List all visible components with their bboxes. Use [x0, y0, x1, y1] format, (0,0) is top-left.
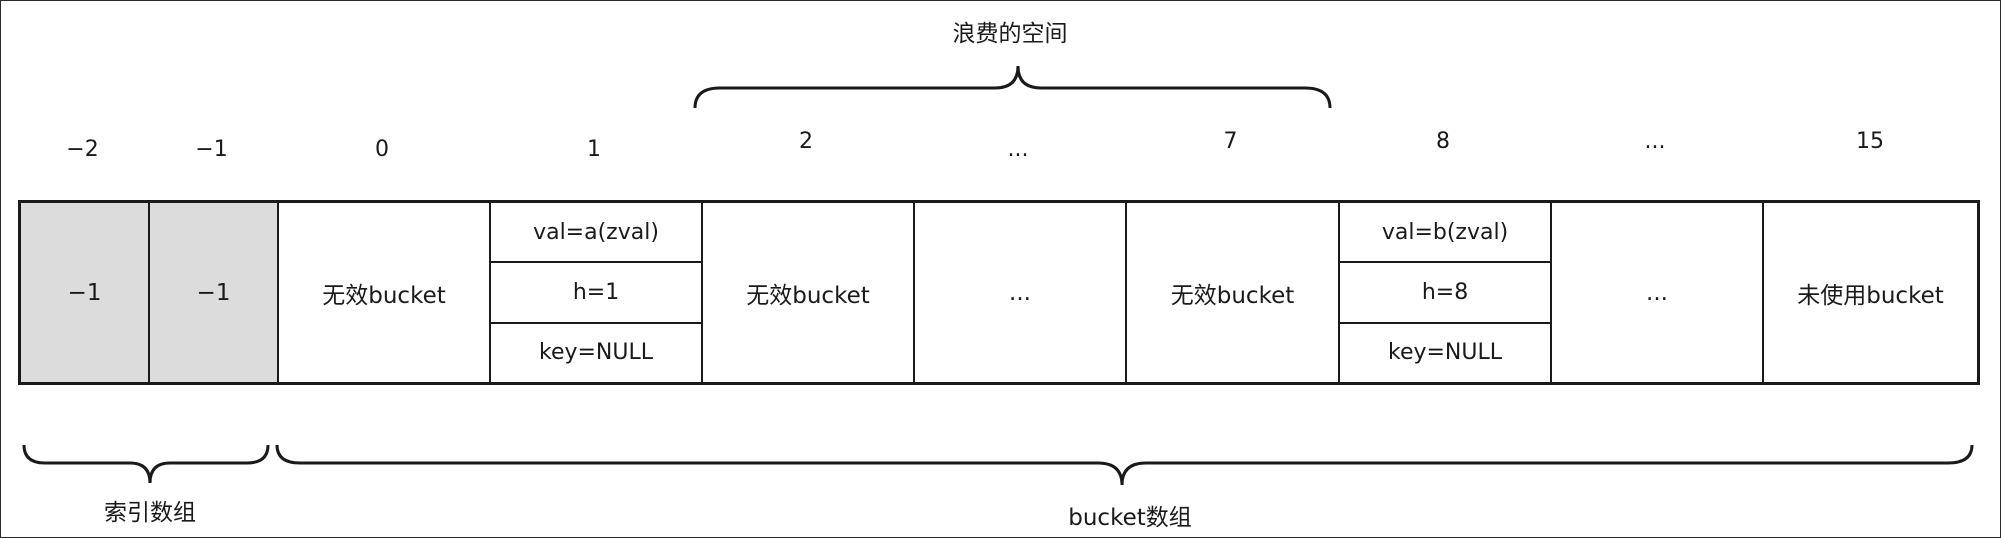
bucket-array-brace [275, 444, 1974, 486]
bucket-cell: 无效bucket [703, 203, 915, 382]
index-label: ... [1644, 129, 1666, 154]
index-label: 7 [1223, 129, 1238, 154]
index-label: −1 [195, 137, 228, 162]
index-label: −2 [66, 137, 99, 162]
index-label: ... [1007, 137, 1029, 162]
bucket-array-label: bucket数组 [1068, 505, 1192, 531]
bucket-cell: 无效bucket [1127, 203, 1340, 382]
cell-value: −1 [67, 279, 102, 306]
bucket-hash: h=1 [491, 263, 701, 324]
index-label: 2 [799, 129, 813, 154]
bucket-cell: ... [915, 203, 1127, 382]
index-array-label: 索引数组 [104, 500, 196, 526]
cell-value: 未使用bucket [1797, 282, 1944, 309]
index-label: 8 [1436, 129, 1450, 154]
index-label: 15 [1856, 129, 1884, 154]
index-label: 1 [587, 137, 601, 162]
bucket-val: val=a(zval) [491, 203, 701, 264]
bucket-cell-entry: val=b(zval) h=8 key=NULL [1340, 203, 1552, 382]
wasted-space-brace [693, 65, 1332, 109]
cell-value: 无效bucket [746, 282, 870, 309]
index-label: 0 [375, 137, 389, 162]
cell-value: ... [1646, 279, 1668, 306]
cell-value: ... [1009, 279, 1031, 306]
bucket-hash: h=8 [1340, 263, 1550, 324]
hash-array: −1 −1 无效bucket val=a(zval) h=1 key=NULL … [18, 200, 1980, 385]
index-cell: −1 [150, 203, 279, 382]
cell-value: 无效bucket [1170, 282, 1295, 309]
cell-value: −1 [196, 279, 231, 306]
bucket-cell: ... [1552, 203, 1764, 382]
bucket-key: key=NULL [538, 340, 654, 366]
bucket-val: val=b(zval) [1340, 203, 1550, 264]
cell-value: 无效bucket [322, 282, 446, 309]
index-cell: −1 [21, 203, 150, 382]
index-array-brace [22, 444, 270, 484]
bucket-cell: 无效bucket [279, 203, 491, 382]
bucket-key: key=NULL [1387, 340, 1503, 366]
bucket-cell-entry: val=a(zval) h=1 key=NULL [491, 203, 703, 382]
bucket-cell: 未使用bucket [1764, 203, 1977, 382]
